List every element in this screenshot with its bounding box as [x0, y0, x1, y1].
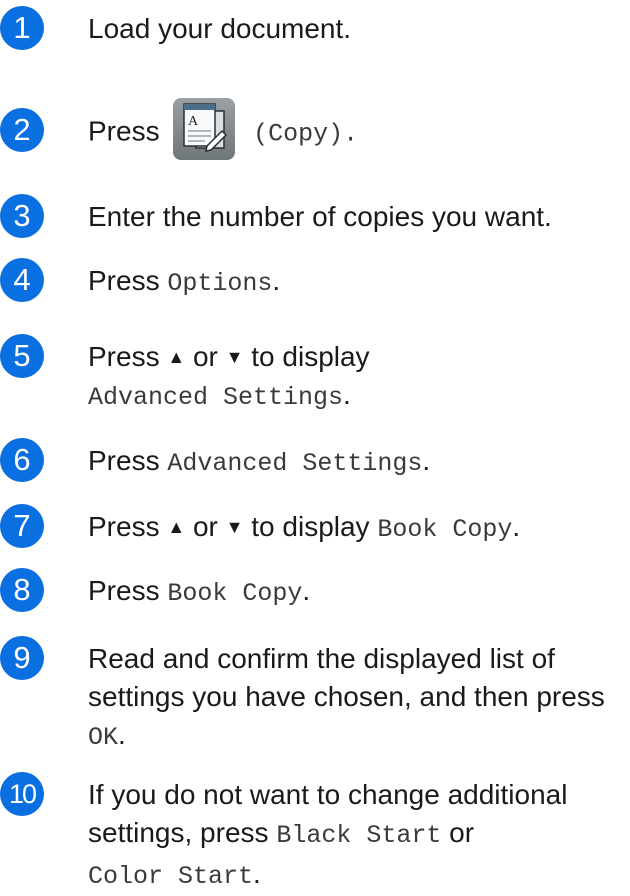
color-start-name: Color Start — [88, 862, 254, 891]
step-number: 3 — [0, 194, 44, 238]
press-label: Press — [88, 575, 160, 606]
step-number: 6 — [0, 438, 44, 482]
step-text: Enter the number of copies you want. — [88, 201, 552, 232]
step-text: Press ▲ or ▼ to display Advanced Setting… — [88, 338, 628, 417]
copy-label: (Copy). — [253, 119, 359, 149]
period: . — [253, 858, 261, 889]
ok-button-name: OK — [88, 723, 119, 752]
period: . — [272, 265, 281, 296]
period: . — [118, 719, 126, 750]
step-number: 10 — [0, 772, 44, 816]
to-display-label: to display — [251, 341, 370, 372]
press-label: Press — [88, 115, 160, 147]
period: . — [343, 379, 351, 410]
or-label: or — [192, 511, 218, 542]
down-arrow-icon: ▼ — [225, 517, 244, 537]
svg-text:A: A — [188, 114, 199, 129]
period: . — [422, 445, 431, 476]
press-label: Press — [88, 511, 160, 542]
step-text: Load your document. — [88, 13, 352, 44]
step-number: 1 — [0, 6, 44, 50]
advanced-settings-name: Advanced Settings — [167, 449, 423, 478]
up-arrow-icon: ▲ — [167, 517, 186, 537]
step-number: 9 — [0, 636, 44, 680]
book-copy-name: Book Copy — [377, 515, 513, 544]
step-text: Press ▲ or ▼ to display Book Copy. — [88, 508, 628, 549]
black-start-name: Black Start — [276, 821, 442, 850]
step-text: Read and confirm the displayed list of s… — [88, 640, 608, 757]
step-text: If you do not want to change additional … — [88, 776, 628, 896]
step-text: Press A (Copy). — [88, 98, 628, 160]
press-label: Press — [88, 341, 160, 372]
step-number: 4 — [0, 258, 44, 302]
period: . — [302, 575, 311, 606]
or-label: or — [449, 817, 475, 848]
step-9-text: Read and confirm the displayed list of s… — [88, 643, 605, 712]
step-text: Press Advanced Settings. — [88, 442, 628, 483]
to-display-label: to display — [251, 511, 370, 542]
book-copy-name: Book Copy — [167, 579, 303, 608]
advanced-settings-name: Advanced Settings — [88, 383, 344, 412]
press-label: Press — [88, 265, 160, 296]
step-number: 7 — [0, 504, 44, 548]
down-arrow-icon: ▼ — [225, 347, 244, 367]
copy-icon: A — [173, 98, 236, 160]
step-number: 2 — [0, 108, 44, 152]
options-button-name: Options — [167, 269, 273, 298]
step-number: 8 — [0, 568, 44, 612]
or-label: or — [192, 341, 218, 372]
period: . — [512, 511, 521, 542]
up-arrow-icon: ▲ — [167, 347, 186, 367]
step-text: Press Options. — [88, 262, 628, 303]
press-label: Press — [88, 445, 160, 476]
step-text: Press Book Copy. — [88, 572, 628, 613]
step-number: 5 — [0, 334, 44, 378]
